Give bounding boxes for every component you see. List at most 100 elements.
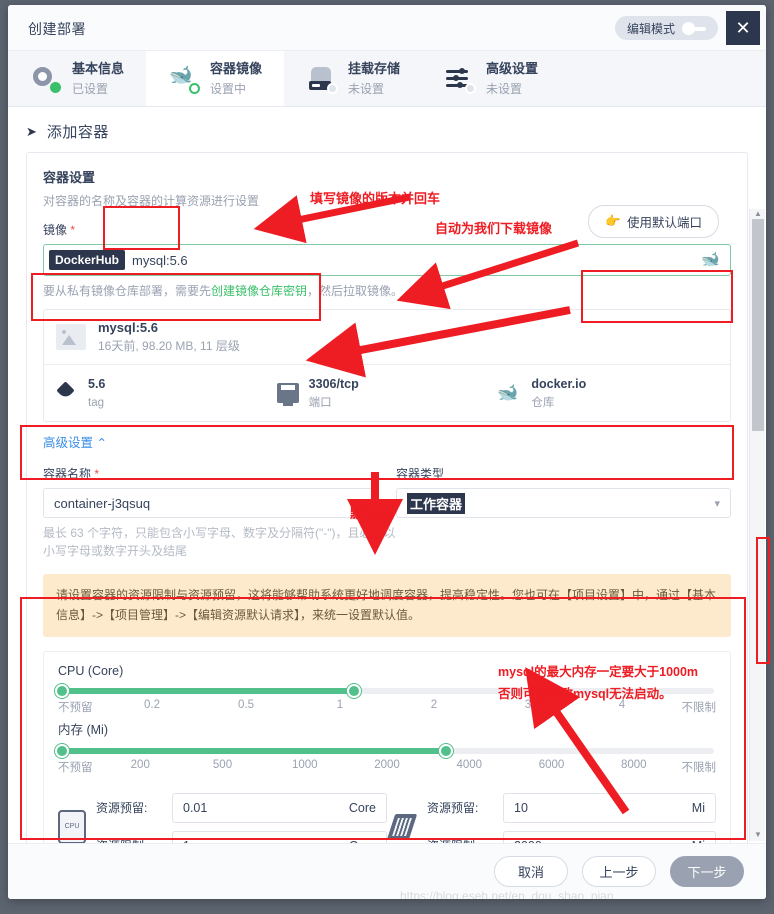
slider-tick: 2000 xyxy=(374,758,400,771)
container-type-select[interactable]: 工作容器 ▾ xyxy=(396,488,731,518)
container-name-value: container-j3qsuq xyxy=(54,495,151,511)
cpu-chip-icon: CPU xyxy=(58,809,86,844)
cpu-reserve-unit: Core xyxy=(348,800,376,815)
page-title: 添加容器 xyxy=(46,124,109,141)
modal-titlebar: 创建部署 编辑模式 ✕ xyxy=(8,5,766,51)
cancel-button[interactable]: 取消 xyxy=(494,856,568,887)
slider-tick: 3 xyxy=(524,698,532,711)
hint-suffix: ，然后拉取镜像。 xyxy=(307,284,404,298)
slider-tick: 不限制 xyxy=(681,761,717,774)
pointing-hand-icon: 👉 xyxy=(605,214,621,228)
slider-tick: 0.5 xyxy=(238,698,254,711)
image-result-name: mysql:5.6 xyxy=(98,320,158,335)
edit-mode-label: 编辑模式 xyxy=(626,21,675,36)
scrollbar-thumb[interactable] xyxy=(752,219,764,431)
cpu-slider-handle-min[interactable] xyxy=(55,683,69,698)
meta-value: docker.io xyxy=(531,377,587,391)
toggle-switch[interactable] xyxy=(682,21,708,35)
slider-tick: 0.2 xyxy=(144,698,160,711)
prev-step-button[interactable]: 上一步 xyxy=(582,856,656,887)
step-title: 容器镜像 xyxy=(210,60,263,76)
step-tabs: 基本信息 已设置 🐋 容器镜像 设置中 挂载存储 未设置 高级设置 未设置 xyxy=(8,51,766,107)
next-step-button[interactable]: 下一步 xyxy=(670,856,744,887)
container-type-value: 工作容器 xyxy=(407,492,466,514)
chevron-down-icon[interactable]: ▾ xyxy=(714,497,720,510)
slider-tick: 2 xyxy=(430,698,438,711)
memory-reserve-row: 资源预留: 10 Mi xyxy=(427,792,716,823)
step-status: 未设置 xyxy=(486,81,523,96)
image-result-card[interactable]: mysql:5.6 16天前, 98.20 MB, 11 层级 5.6 tag xyxy=(43,309,731,422)
container-name-col: 容器名称 * container-j3qsuq xyxy=(43,465,378,518)
step-title: 挂载存储 xyxy=(348,60,401,76)
cpu-slider-title: CPU (Core) xyxy=(58,663,124,678)
cpu-slider-fill xyxy=(60,687,355,694)
meta-label: tag xyxy=(88,397,104,409)
sliders-icon xyxy=(446,64,477,94)
step-mount-storage[interactable]: 挂载存储 未设置 xyxy=(284,51,422,106)
screen-root: 创建部署 编辑模式 ✕ 基本信息 已设置 🐋 容器镜像 设置中 挂载存储 未设置… xyxy=(0,0,774,914)
step-container-image[interactable]: 🐋 容器镜像 设置中 xyxy=(146,51,285,106)
toggle-bar xyxy=(693,26,706,31)
name-type-row: 容器名称 * container-j3qsuq 容器类型 工作容器 ▾ xyxy=(43,465,731,518)
memory-reserve-unit: Mi xyxy=(691,800,705,815)
image-placeholder-icon xyxy=(56,324,86,350)
step-status: 设置中 xyxy=(210,81,247,96)
meta-item-port: 3306/tcp 端口 xyxy=(276,375,498,411)
meta-label: 仓库 xyxy=(531,397,555,409)
registry-badge[interactable]: DockerHub xyxy=(49,250,126,270)
meta-value: 5.6 xyxy=(88,377,106,391)
modal-body: ➤ 添加容器 容器设置 对容器的名称及容器的计算资源进行设置 镜像 * Dock… xyxy=(8,107,766,899)
slider-tick: 4000 xyxy=(456,758,483,771)
slider-tick: 1 xyxy=(336,698,344,711)
advanced-settings-toggle[interactable]: 高级设置 ⌃ xyxy=(43,432,731,451)
container-name-help: 最长 63 个字符，只能包含小写字母、数字及分隔符("-")，且必须以小写字母或… xyxy=(43,526,396,558)
memory-slider-track[interactable] xyxy=(55,743,714,758)
back-to-add-container[interactable]: ➤ 添加容器 xyxy=(8,107,766,152)
required-mark: * xyxy=(94,467,100,481)
container-name-input[interactable]: container-j3qsuq xyxy=(43,488,378,518)
memory-reserve-label: 资源预留: xyxy=(427,801,479,816)
close-icon[interactable]: ✕ xyxy=(726,11,760,45)
slider-tick: 不预留 xyxy=(58,701,93,714)
image-result-header: mysql:5.6 16天前, 98.20 MB, 11 层级 xyxy=(44,310,730,364)
private-registry-hint: 要从私有镜像仓库部署，需要先创建镜像仓库密钥，然后拉取镜像。 xyxy=(43,282,731,299)
step-advanced-settings[interactable]: 高级设置 未设置 xyxy=(422,51,560,106)
image-value: mysql:5.6 xyxy=(132,252,188,268)
image-result-meta: 16天前, 98.20 MB, 11 层级 xyxy=(98,339,240,353)
edit-mode-toggle[interactable]: 编辑模式 xyxy=(614,16,718,40)
slider-tick: 不预留 xyxy=(58,761,93,774)
storage-disk-icon xyxy=(308,64,339,94)
scroll-down-icon[interactable]: ▼ xyxy=(754,830,762,839)
memory-slider-ticks: 不预留 200 500 1000 2000 4000 6000 8000 不限制 xyxy=(58,759,716,779)
image-meta-row: 5.6 tag 3306/tcp 端口 🐋 docker.io 仓库 xyxy=(44,364,730,421)
create-registry-secret-link[interactable]: 创建镜像仓库密钥 xyxy=(211,284,307,298)
back-arrow-icon[interactable]: ➤ xyxy=(26,124,37,140)
slider-tick: 不限制 xyxy=(681,701,717,714)
slider-tick: 500 xyxy=(212,758,233,771)
body-scrollbar[interactable]: ▲ ▼ xyxy=(749,209,765,841)
memory-slider-handle-max[interactable] xyxy=(438,743,453,758)
image-input[interactable]: DockerHub mysql:5.6 🐋 xyxy=(43,244,731,276)
step-title: 基本信息 xyxy=(72,60,125,76)
memory-reserve-value: 10 xyxy=(514,800,528,815)
cpu-slider-handle-max[interactable] xyxy=(347,683,362,698)
scroll-up-icon[interactable]: ▲ xyxy=(754,209,762,218)
memory-slider-fill xyxy=(60,747,446,754)
docker-whale-icon: 🐋 xyxy=(497,383,519,402)
docker-whale-icon: 🐋 xyxy=(701,251,720,268)
meta-item-tag: 5.6 tag xyxy=(56,375,277,411)
memory-slider-handle-min[interactable] xyxy=(55,743,69,758)
slider-tick: 8000 xyxy=(620,758,647,771)
resource-notice: 请设置容器的资源限制与资源预留，这将能够帮助系统更好地调度容器，提高稳定性。您也… xyxy=(43,574,731,637)
cpu-slider-track[interactable] xyxy=(55,683,714,698)
use-default-port-button[interactable]: 👉 使用默认端口 xyxy=(588,205,719,238)
cpu-reserve-input[interactable]: 0.01 Core xyxy=(172,792,387,823)
watermark: https://blog.eseh.net/en_dou_shao_nian xyxy=(400,889,614,899)
port-icon xyxy=(276,383,299,406)
container-type-label: 容器类型 xyxy=(396,467,445,481)
memory-reserve-input[interactable]: 10 Mi xyxy=(503,792,716,823)
meta-value: 3306/tcp xyxy=(308,377,359,391)
modal-footer: 取消 上一步 下一步 xyxy=(8,843,766,899)
step-basic-info[interactable]: 基本信息 已设置 xyxy=(8,51,146,106)
slider-tick: 6000 xyxy=(538,758,565,771)
